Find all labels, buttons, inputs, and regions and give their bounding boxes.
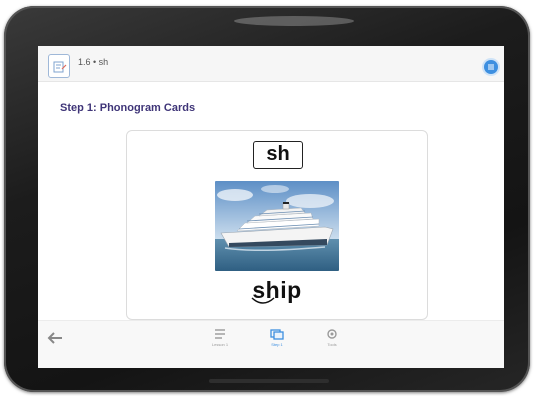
nav-label-step: Step 1 — [271, 342, 283, 347]
top-bar: 1.6 • sh — [38, 46, 504, 82]
lesson-document-icon[interactable] — [48, 54, 70, 78]
tablet-home-bar — [209, 379, 329, 383]
nav-item-tools[interactable]: Tools — [312, 328, 352, 347]
blue-menu-icon[interactable] — [484, 60, 498, 74]
digraph-underline-arc — [251, 297, 275, 304]
cruise-ship-photo — [215, 181, 339, 271]
nav-item-step[interactable]: Step 1 — [257, 328, 297, 347]
phonogram-card[interactable]: sh ship — [126, 130, 428, 320]
phonogram-text: sh — [253, 141, 303, 169]
nav-label-lesson: Lesson 1 — [211, 342, 229, 347]
gear-icon — [327, 329, 337, 339]
tablet-glare — [234, 16, 354, 26]
lesson-label: 1.6 • sh — [78, 57, 109, 67]
app-screen: 1.6 • sh Step 1: Phonogram Cards sh ship… — [38, 46, 504, 368]
step-title: Step 1: Phonogram Cards — [60, 102, 196, 114]
flashcard-icon — [270, 329, 284, 340]
nav-item-lesson[interactable]: Lesson 1 — [200, 328, 240, 347]
back-arrow-icon[interactable] — [46, 331, 64, 345]
tablet-frame: 1.6 • sh Step 1: Phonogram Cards sh ship… — [4, 6, 530, 392]
list-icon — [215, 329, 225, 339]
bottom-navigation: Lesson 1 Step 1 Tools — [38, 320, 504, 368]
nav-label-tools: Tools — [327, 342, 337, 347]
word-text: ship — [252, 277, 302, 303]
